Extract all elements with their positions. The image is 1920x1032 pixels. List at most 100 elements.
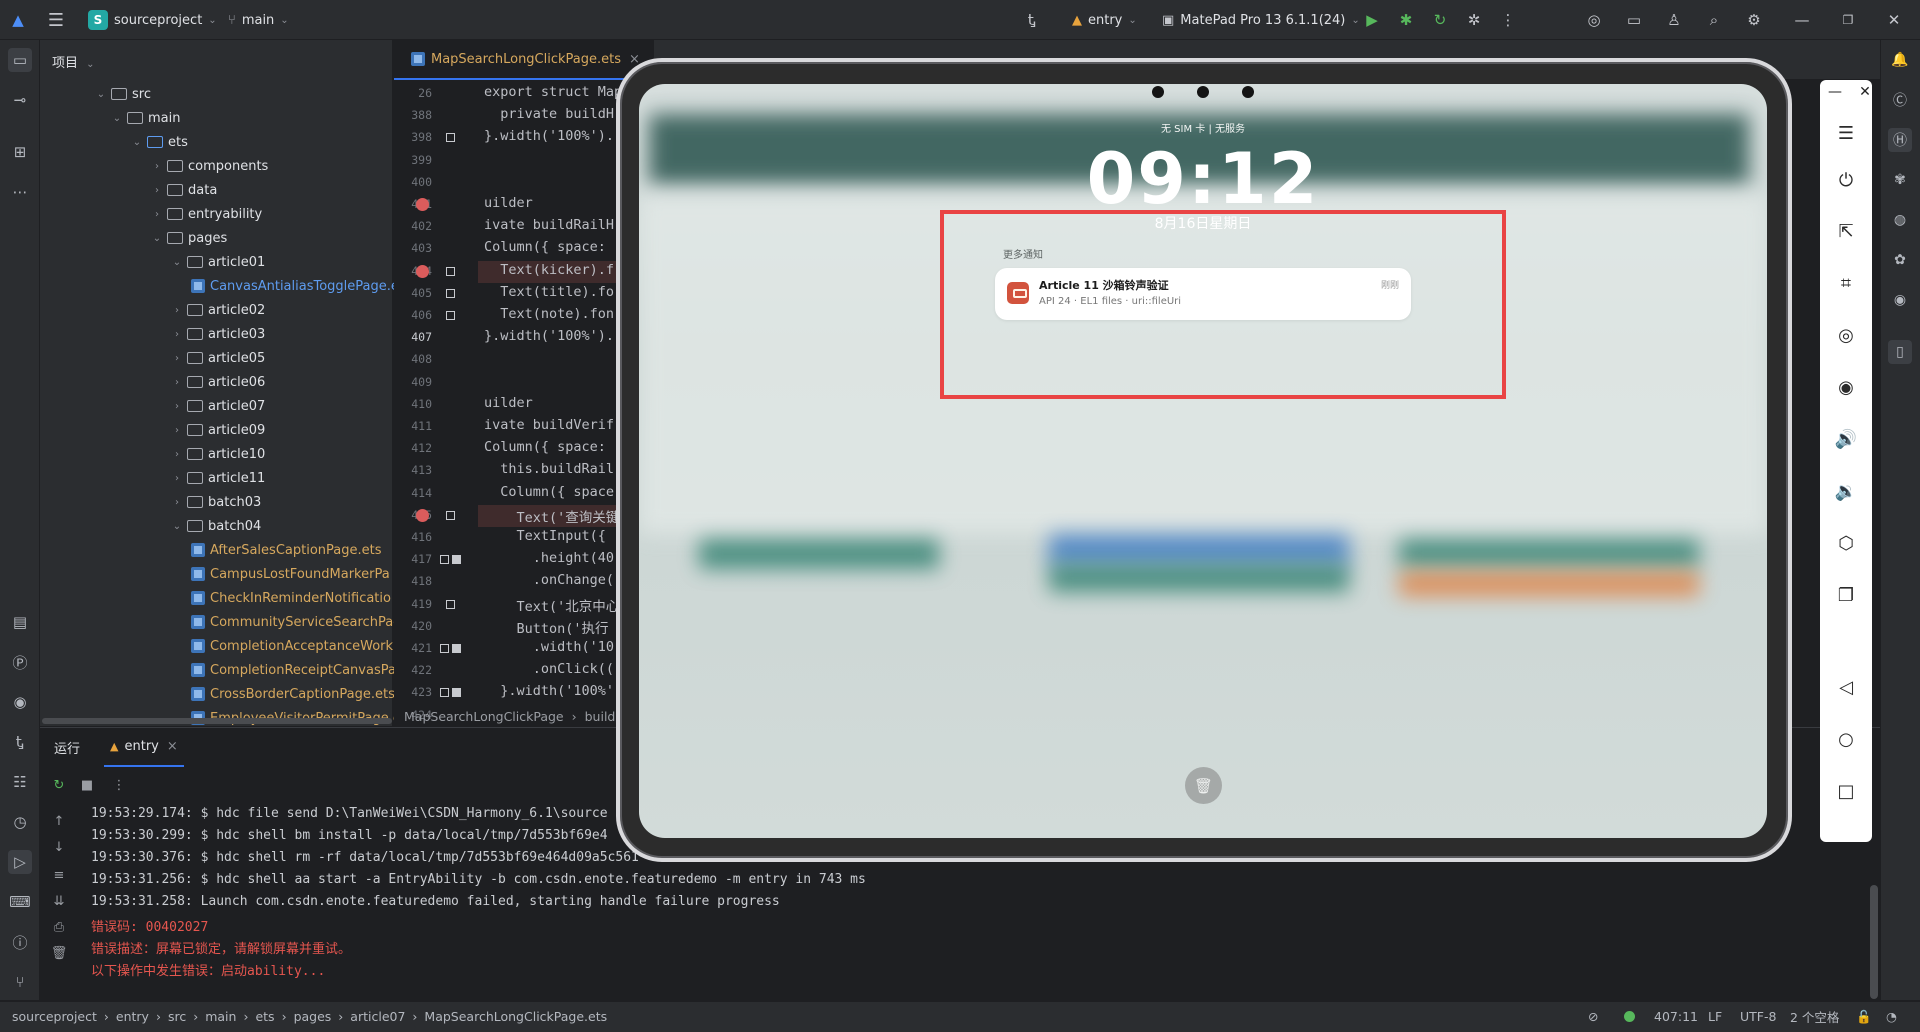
- chevron-down-icon[interactable]: ⌄: [150, 233, 164, 244]
- chevron-right-icon[interactable]: ›: [170, 497, 184, 508]
- tree-folder-item[interactable]: › article02: [170, 298, 265, 322]
- emulator-minimize-icon[interactable]: —: [1826, 84, 1844, 102]
- chevron-right-icon[interactable]: ›: [150, 161, 164, 172]
- tree-folder-item[interactable]: › article11: [170, 466, 265, 490]
- harmony-icon[interactable]: Ⓗ: [1888, 128, 1912, 152]
- tree-folder-item[interactable]: › batch03: [170, 490, 261, 514]
- line-number[interactable]: 412: [394, 441, 432, 455]
- gutter-marker-icon[interactable]: [452, 644, 461, 653]
- record-icon[interactable]: ◉: [1833, 374, 1859, 400]
- line-number[interactable]: 419: [394, 597, 432, 611]
- chevron-right-icon[interactable]: ›: [170, 305, 184, 316]
- project-panel-header[interactable]: 项目 ⌄: [52, 52, 95, 71]
- tree-folder-item[interactable]: ⌄ main: [110, 106, 181, 130]
- line-number[interactable]: 406: [394, 308, 432, 322]
- code-line[interactable]: Column({ space: [484, 484, 614, 500]
- line-number[interactable]: 405: [394, 286, 432, 300]
- volume-down-icon[interactable]: 🔉: [1833, 478, 1859, 504]
- build-icon[interactable]: Ꮏ: [8, 730, 32, 754]
- breadcrumb-item[interactable]: ets: [255, 1009, 274, 1024]
- chevron-right-icon[interactable]: ›: [170, 473, 184, 484]
- code-line[interactable]: private buildH: [484, 106, 614, 122]
- tree-folder-item[interactable]: › data: [150, 178, 217, 202]
- close-icon[interactable]: ✕: [1884, 10, 1904, 30]
- line-number[interactable]: 398: [394, 130, 432, 144]
- log-vertical-scrollbar[interactable]: [1870, 885, 1878, 999]
- more-tools-icon[interactable]: ⋯: [8, 180, 32, 204]
- nav-back-icon[interactable]: ◁: [1833, 674, 1859, 700]
- code-line[interactable]: Text(title).fo: [484, 284, 614, 300]
- tree-file-item[interactable]: CompletionReceiptCanvasPa: [188, 658, 396, 682]
- line-number[interactable]: 411: [394, 419, 432, 433]
- device-manager-icon[interactable]: ◎: [1584, 10, 1604, 30]
- gutter-marker-icon[interactable]: [440, 688, 449, 698]
- notifications-icon[interactable]: 🔔: [1888, 48, 1912, 72]
- gutter-marker-icon[interactable]: [446, 266, 455, 276]
- lock-icon[interactable]: 🔓: [1856, 1001, 1872, 1032]
- fold-icon[interactable]: ⬡: [1833, 530, 1859, 556]
- gutter-marker-icon[interactable]: [452, 555, 461, 565]
- breadcrumb-item[interactable]: MapSearchLongClickPage: [404, 709, 564, 724]
- volume-up-icon[interactable]: 🔊: [1833, 426, 1859, 452]
- scroll-up-icon[interactable]: ↑: [48, 810, 70, 832]
- emulator-menu-icon[interactable]: ☰: [1833, 120, 1859, 146]
- restore-icon[interactable]: ❐: [1838, 10, 1858, 30]
- code-line[interactable]: .onChange(: [484, 572, 614, 588]
- tree-folder-item[interactable]: › article07: [170, 394, 265, 418]
- nav-home-icon[interactable]: ○: [1833, 726, 1859, 752]
- line-number[interactable]: 416: [394, 530, 432, 544]
- layers-icon[interactable]: ▤: [8, 610, 32, 634]
- chevron-right-icon[interactable]: ›: [170, 377, 184, 388]
- code-line[interactable]: Text('查询关键: [484, 506, 620, 526]
- code-line[interactable]: Text('北京中心: [484, 595, 620, 615]
- clear-trash-icon[interactable]: 🗑: [48, 942, 70, 964]
- clear-notifications-button[interactable]: 🗑: [1185, 767, 1222, 804]
- structure-icon[interactable]: ⊞: [8, 140, 32, 164]
- multi-screen-icon[interactable]: ❐: [1833, 582, 1859, 608]
- code-line[interactable]: }.width('100%': [484, 683, 614, 699]
- folder-sync-icon[interactable]: ▭: [1624, 10, 1644, 30]
- todo-icon[interactable]: ☷: [8, 770, 32, 794]
- gutter-marker-icon[interactable]: [446, 599, 455, 609]
- line-number[interactable]: 410: [394, 397, 432, 411]
- emulator-close-icon[interactable]: ✕: [1856, 84, 1874, 102]
- cursor-position[interactable]: 407:11: [1654, 1001, 1698, 1032]
- line-number[interactable]: 26: [394, 86, 432, 100]
- breakpoint-icon[interactable]: [416, 264, 429, 278]
- line-number[interactable]: 420: [394, 619, 432, 633]
- tree-file-item[interactable]: CheckInReminderNotificatio: [188, 586, 391, 610]
- tree-folder-item[interactable]: ⌄ src: [94, 82, 151, 106]
- gutter-marker-icon[interactable]: [440, 555, 449, 565]
- search-icon[interactable]: ⌕: [1704, 10, 1724, 30]
- chevron-right-icon[interactable]: ›: [170, 425, 184, 436]
- code-line[interactable]: uilder: [484, 395, 533, 411]
- services-icon[interactable]: ◷: [8, 810, 32, 834]
- problems-icon[interactable]: ⓘ: [8, 930, 32, 954]
- line-number[interactable]: 400: [394, 175, 432, 189]
- line-number[interactable]: 388: [394, 108, 432, 122]
- code-line[interactable]: }.width('100%').: [484, 328, 614, 344]
- tree-file-item[interactable]: AfterSalesCaptionPage.ets: [188, 538, 382, 562]
- line-number[interactable]: 402: [394, 219, 432, 233]
- more-notifications-label[interactable]: 更多通知: [1003, 246, 1043, 261]
- breadcrumb-item[interactable]: entry: [116, 1009, 149, 1024]
- tree-file-item[interactable]: CanvasAntialiasTogglePage.e: [188, 274, 399, 298]
- chevron-down-icon[interactable]: ⌄: [130, 137, 144, 148]
- line-number[interactable]: 417: [394, 552, 432, 566]
- previewer-icon[interactable]: Ⓟ: [8, 650, 32, 674]
- commit-icon[interactable]: ⊸: [8, 88, 32, 112]
- breakpoint-icon[interactable]: [416, 508, 429, 522]
- code-line[interactable]: this.buildRail: [484, 461, 614, 477]
- line-number[interactable]: 403: [394, 241, 432, 255]
- scroll-down-icon[interactable]: ↓: [48, 836, 70, 858]
- line-number[interactable]: 418: [394, 574, 432, 588]
- line-number[interactable]: 407: [394, 330, 432, 344]
- tree-folder-item[interactable]: › components: [150, 154, 268, 178]
- code-line[interactable]: ivate buildVerif: [484, 417, 614, 433]
- scroll-to-end-icon[interactable]: ⇊: [48, 890, 70, 912]
- run-config-selector[interactable]: ▲ entry ⌄: [1072, 0, 1137, 40]
- tree-horizontal-scrollbar[interactable]: [42, 718, 392, 724]
- main-menu-icon[interactable]: ☰: [46, 10, 66, 31]
- inspector-icon[interactable]: ◉: [8, 690, 32, 714]
- nav-recents-icon[interactable]: □: [1833, 778, 1859, 804]
